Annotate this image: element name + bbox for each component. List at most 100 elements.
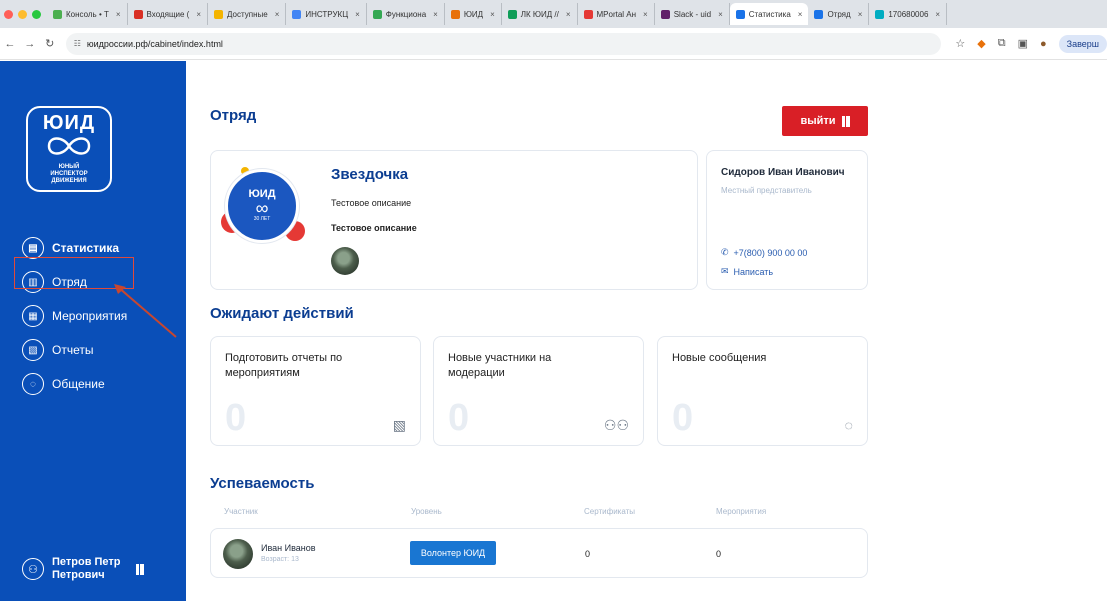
- tab-favicon-icon: [450, 9, 460, 19]
- action-card-moderation[interactable]: Новые участники на модерации 0 ⚇⚇: [433, 336, 644, 446]
- close-tab-icon[interactable]: ×: [798, 10, 803, 19]
- logo-title: ЮИД: [42, 112, 96, 134]
- profile-avatar-icon[interactable]: ●: [1040, 38, 1047, 50]
- close-tab-icon[interactable]: ×: [275, 10, 280, 19]
- tab-favicon-icon: [583, 9, 593, 19]
- chat-icon: ◌: [844, 417, 853, 433]
- browser-tab[interactable]: ИНСТРУКЦ ×: [286, 3, 367, 25]
- exit-button[interactable]: выйти: [782, 106, 868, 136]
- tab-favicon-icon: [372, 9, 382, 19]
- table-row[interactable]: Иван Иванов Возраст: 13 Волонтер ЮИД 0 0: [210, 528, 868, 578]
- site-info-icon[interactable]: ☷: [74, 39, 81, 48]
- representative-card: Сидоров Иван Иванович Местный представит…: [706, 150, 868, 290]
- infinity-icon: [47, 137, 91, 155]
- tab-favicon-icon: [53, 9, 62, 19]
- close-tab-icon[interactable]: ×: [433, 10, 438, 19]
- browser-tab[interactable]: Входящие ( ×: [128, 3, 209, 25]
- phone-icon: ✆: [721, 247, 729, 257]
- url-field[interactable]: ☷ юидроссии.рф/cabinet/index.html: [65, 32, 942, 55]
- close-tab-icon[interactable]: ×: [490, 10, 495, 19]
- browser-tab[interactable]: Статистика ×: [729, 3, 809, 25]
- calendar-icon: ▦: [22, 305, 44, 327]
- member-name: Иван Иванов: [261, 543, 316, 553]
- close-tab-icon[interactable]: ×: [196, 10, 201, 19]
- bookmark-star-icon[interactable]: ☆: [955, 37, 965, 50]
- browser-tab[interactable]: Функциона ×: [367, 3, 445, 25]
- browser-tab[interactable]: ЛК ЮИД // ×: [502, 3, 578, 25]
- tab-favicon-icon: [875, 9, 885, 19]
- team-section-title: Отряд: [210, 107, 257, 124]
- close-tab-icon[interactable]: ×: [643, 10, 648, 19]
- tab-list: Консоль • Т × Входящие (× Доступные × ИНСТРУК…: [47, 3, 948, 25]
- progress-section-title: Успеваемость: [210, 475, 315, 492]
- infinity-icon: ∞: [255, 198, 269, 218]
- extensions-puzzle-icon[interactable]: ⧉: [998, 37, 1006, 50]
- tab-label: ИНСТРУКЦ: [305, 9, 349, 19]
- action-card-messages[interactable]: Новые сообщения 0 ◌: [657, 336, 868, 446]
- close-tab-icon[interactable]: ×: [566, 10, 571, 19]
- close-tab-icon[interactable]: ×: [116, 10, 121, 19]
- level-badge-button[interactable]: Волонтер ЮИД: [410, 541, 496, 565]
- close-tab-icon[interactable]: ×: [858, 10, 863, 19]
- team-description: Тестовое описание: [331, 198, 412, 208]
- browser-tab[interactable]: 170680006 ×: [869, 3, 948, 25]
- logo-subtitle: ЮНЫЙ ИНСПЕКТОР ДВИЖЕНИЯ: [50, 164, 88, 184]
- team-name: Звездочка: [331, 166, 409, 183]
- browser-tab[interactable]: MPortal Ан ×: [578, 3, 655, 25]
- column-header-events: Мероприятия: [716, 507, 767, 516]
- tab-favicon-icon: [292, 9, 302, 19]
- rep-write-link[interactable]: ✉ Написать: [721, 266, 773, 277]
- address-bar: ← → ↻ ☷ юидроссии.рф/cabinet/index.html …: [0, 28, 1107, 60]
- current-user[interactable]: ⚇ Петров Петр Петрович: [22, 556, 144, 582]
- browser-tab[interactable]: Slack - uid ×: [655, 3, 730, 25]
- action-count: 0: [225, 397, 247, 439]
- chart-icon: ▤: [22, 237, 44, 259]
- member-avatar[interactable]: [331, 247, 359, 275]
- logout-icon[interactable]: [136, 563, 144, 575]
- close-tab-icon[interactable]: ×: [718, 10, 723, 19]
- yuid-logo[interactable]: ЮИД ЮНЫЙ ИНСПЕКТОР ДВИЖЕНИЯ: [26, 106, 112, 192]
- main-content: Отряд выйти ЮИД ∞ 30 ЛЕТ Звездочка Тесто…: [186, 61, 1107, 601]
- close-tab-icon[interactable]: ×: [355, 10, 360, 19]
- action-card-reports[interactable]: Подготовить отчеты по мероприятиям 0 ▧: [210, 336, 421, 446]
- sidepanel-icon[interactable]: ▣: [1018, 37, 1028, 50]
- tab-label: Функциона: [385, 9, 427, 19]
- tab-label: Входящие (: [146, 9, 190, 19]
- url-text: юидроссии.рф/cabinet/index.html: [86, 38, 223, 49]
- rep-phone-link[interactable]: ✆ +7(800) 900 00 00: [721, 247, 807, 258]
- reload-icon[interactable]: ↻: [40, 37, 60, 50]
- browser-tab[interactable]: Отряд ×: [808, 3, 870, 25]
- tab-favicon-icon: [735, 9, 745, 19]
- team-card: ЮИД ∞ 30 ЛЕТ Звездочка Тестовое описание…: [210, 150, 698, 290]
- actions-section-title: Ожидают действий: [210, 305, 354, 322]
- sidebar-item-chat[interactable]: ◌ Общение: [22, 367, 127, 401]
- forward-icon[interactable]: →: [20, 38, 40, 50]
- certificates-count: 0: [585, 549, 591, 559]
- team-logo: ЮИД ∞ 30 ЛЕТ: [225, 169, 299, 243]
- maximize-window-button[interactable]: [32, 9, 41, 19]
- window-controls: [4, 9, 41, 19]
- column-header-certificates: Сертификаты: [584, 507, 636, 516]
- annotation-arrow-icon: [114, 284, 177, 338]
- tab-label: ЮИД: [463, 9, 484, 19]
- report-icon: ▧: [392, 417, 406, 433]
- extension-icon[interactable]: ◆: [977, 37, 985, 50]
- minimize-window-button[interactable]: [18, 9, 27, 19]
- tab-label: Slack - uid: [673, 9, 712, 19]
- browser-tab[interactable]: Доступные ×: [208, 3, 287, 25]
- browser-tab[interactable]: ЮИД ×: [445, 3, 502, 25]
- tab-label: MPortal Ан: [596, 9, 637, 19]
- tab-label: ЛК ЮИД //: [520, 9, 559, 19]
- finish-update-button[interactable]: Заверш: [1058, 34, 1107, 53]
- browser-tab[interactable]: Консоль • Т ×: [47, 3, 128, 25]
- users-icon: ⚇⚇: [603, 417, 629, 433]
- user-name: Петров Петр Петрович: [52, 556, 121, 581]
- close-window-button[interactable]: [4, 9, 13, 19]
- back-icon[interactable]: ←: [0, 38, 20, 50]
- close-tab-icon[interactable]: ×: [935, 10, 940, 19]
- exit-icon: [841, 115, 850, 127]
- action-count: 0: [672, 397, 694, 439]
- tab-favicon-icon: [133, 9, 143, 19]
- sidebar: ЮИД ЮНЫЙ ИНСПЕКТОР ДВИЖЕНИЯ ▤ Статистика…: [0, 61, 186, 601]
- tab-label: 170680006: [888, 9, 929, 19]
